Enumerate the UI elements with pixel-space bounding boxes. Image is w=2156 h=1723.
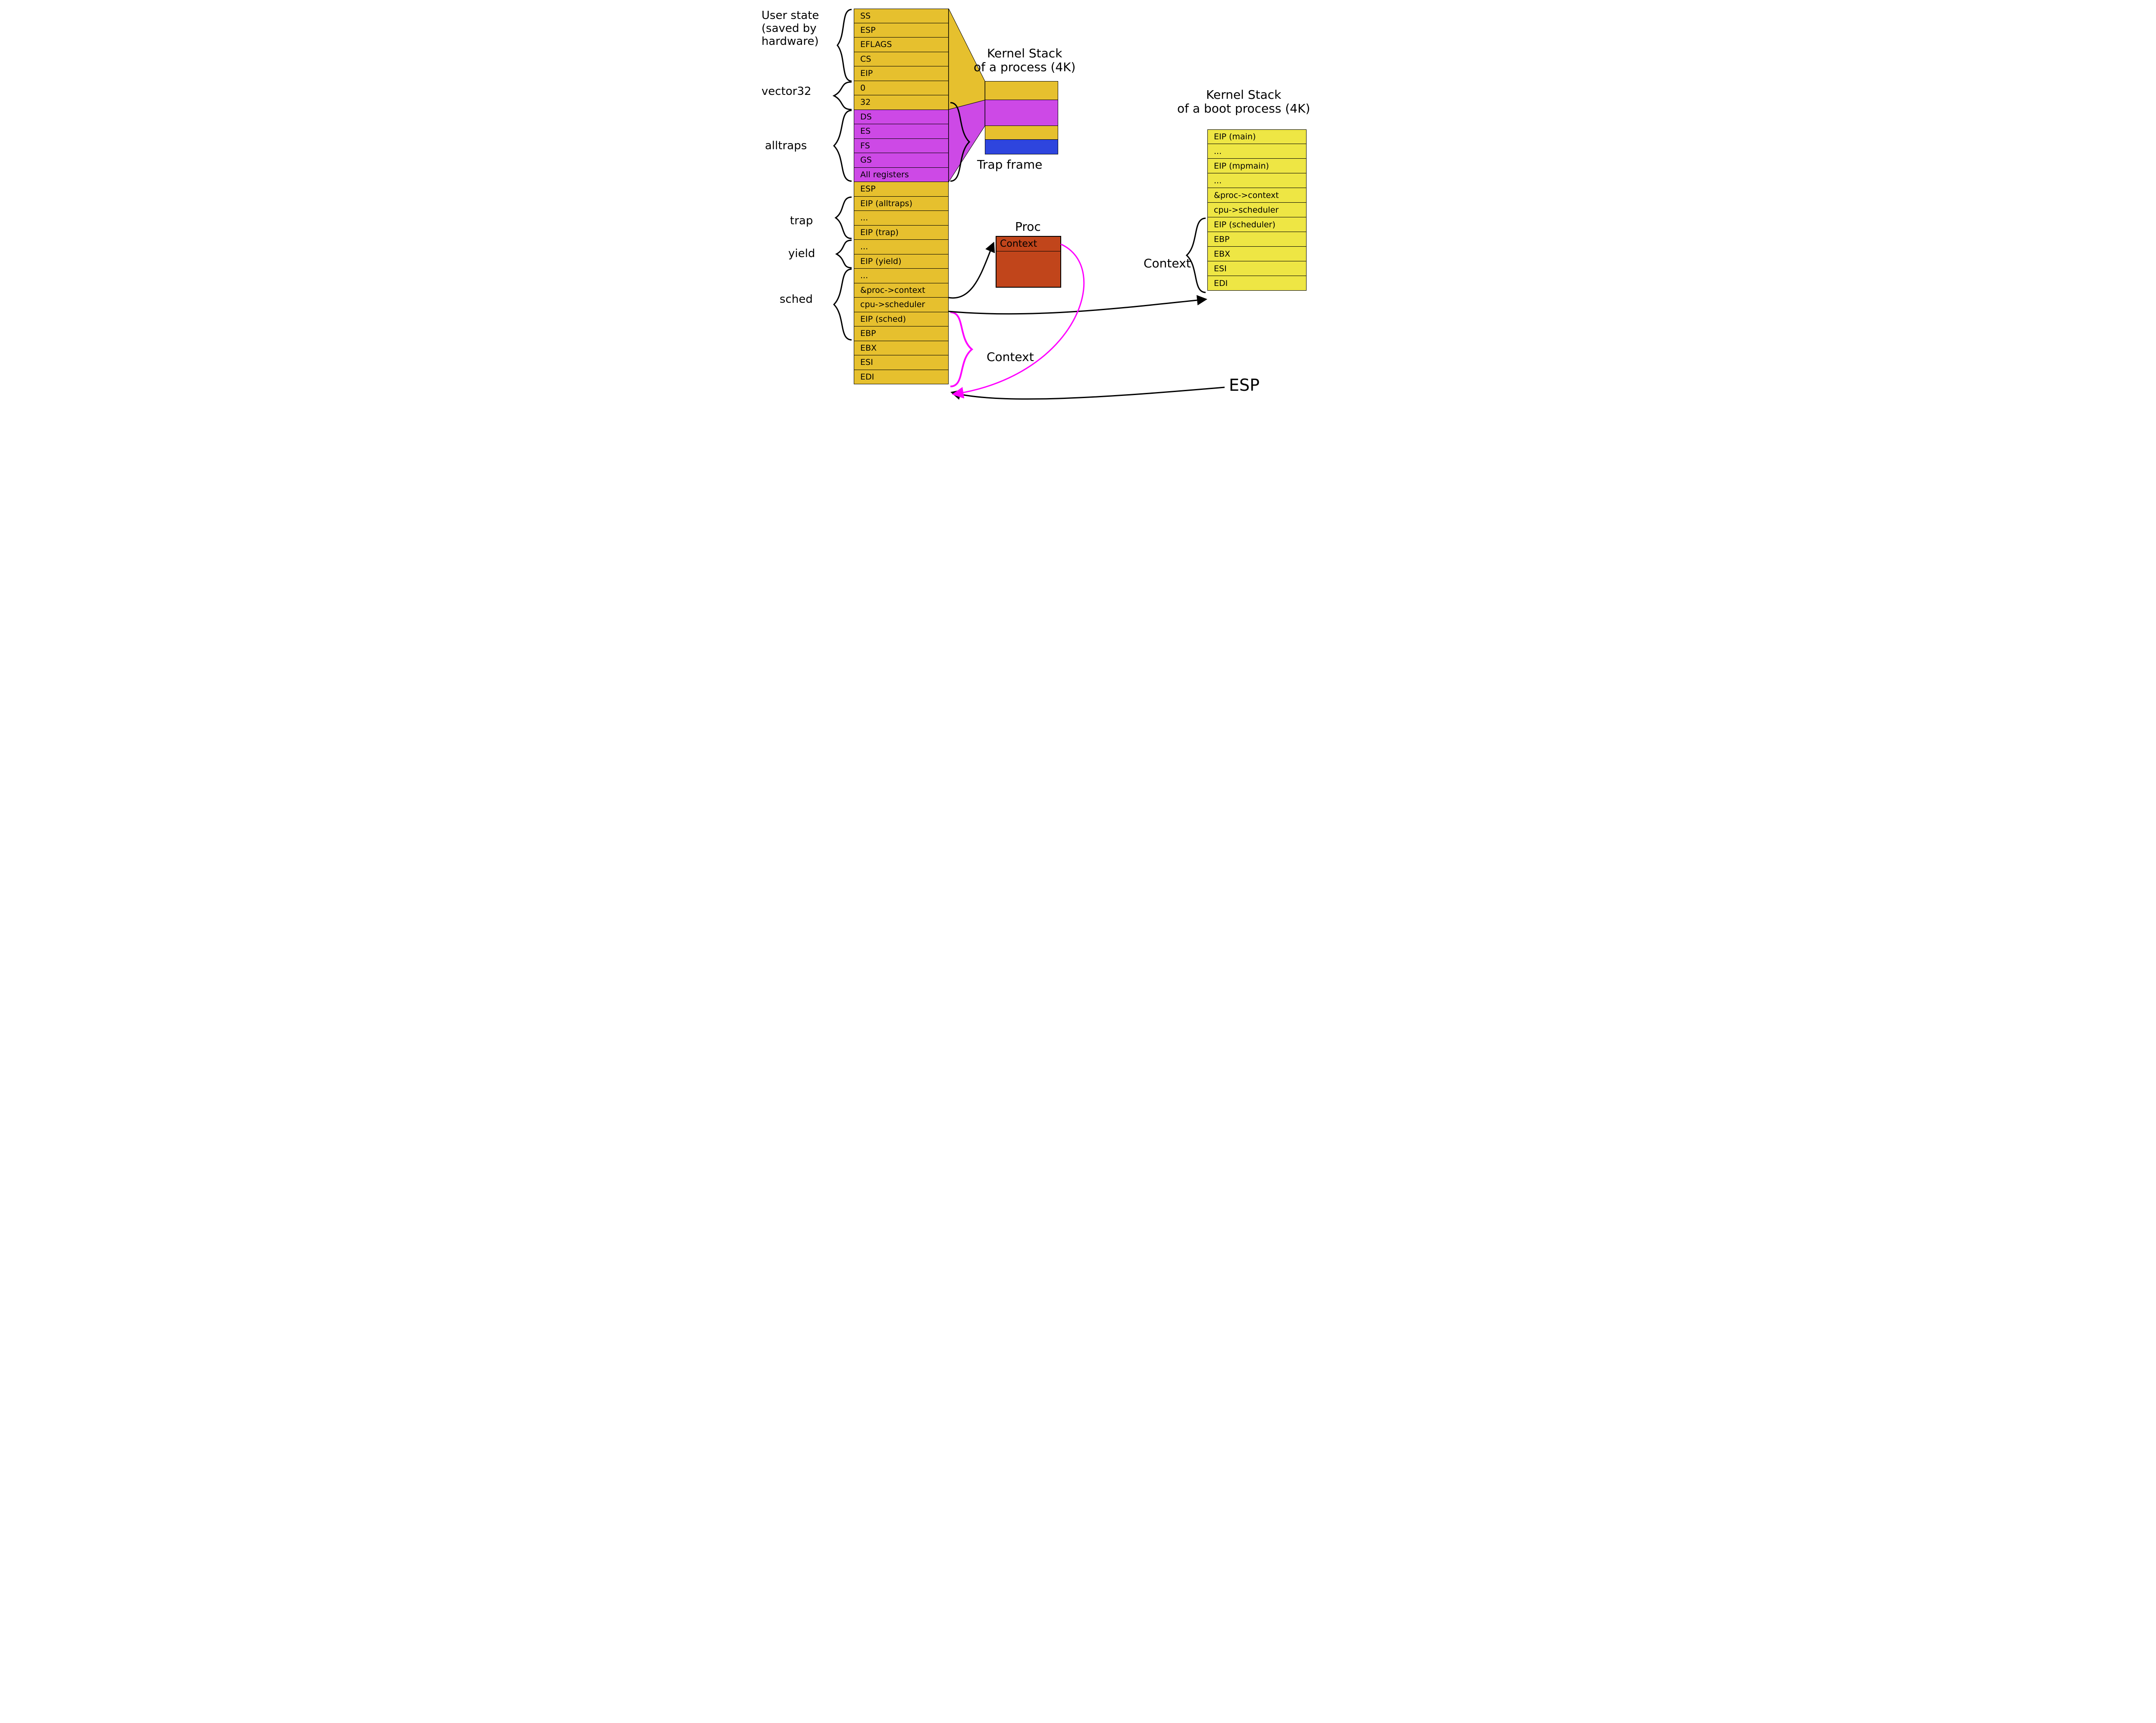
main-stack-row: GS	[854, 153, 949, 168]
main-stack-row: ...	[854, 211, 949, 226]
boot-stack-row: EIP (mpmain)	[1207, 159, 1307, 173]
main-stack-row: EIP (trap)	[854, 226, 949, 240]
boot-stack-row: EIP (scheduler)	[1207, 217, 1307, 232]
kstack-proc-band	[985, 81, 1058, 100]
kstack-proc-band	[985, 126, 1058, 140]
label-context-left: Context	[987, 350, 1034, 364]
label-esp: ESP	[1229, 376, 1260, 395]
boot-kernel-stack: EIP (main)...EIP (mpmain)...&proc->conte…	[1207, 129, 1307, 291]
main-stack-row: SS	[854, 9, 949, 23]
main-stack-row: EIP (sched)	[854, 312, 949, 327]
main-stack-row: EBP	[854, 326, 949, 341]
main-stack-row: FS	[854, 139, 949, 154]
label-alltraps: alltraps	[765, 140, 807, 153]
main-stack-row: ES	[854, 124, 949, 139]
brace-alltraps	[824, 110, 854, 182]
boot-stack-row: &proc->context	[1207, 188, 1307, 203]
label-trap-frame: Trap frame	[977, 158, 1042, 172]
diagram-canvas: SSESPEFLAGSCSEIP032DSESFSGSAll registers…	[759, 0, 1397, 449]
main-stack-row: ESP	[854, 182, 949, 197]
boot-stack-row: ...	[1207, 144, 1307, 159]
main-stack-row: EIP (yield)	[854, 254, 949, 269]
main-stack-row: &proc->context	[854, 283, 949, 298]
main-stack-row: EBX	[854, 341, 949, 356]
main-stack-row: EIP (alltraps)	[854, 197, 949, 211]
brace-context-right	[1185, 217, 1207, 293]
main-stack-row: 32	[854, 95, 949, 110]
label-user-state: User state (saved by hardware)	[761, 9, 819, 48]
main-stack-row: CS	[854, 52, 949, 67]
kstack-proc-band	[985, 100, 1058, 126]
boot-stack-row: ...	[1207, 173, 1307, 188]
main-stack-row: ...	[854, 240, 949, 254]
boot-stack-row: EIP (main)	[1207, 129, 1307, 144]
label-vector32: vector32	[761, 85, 812, 98]
main-stack-row: All registers	[854, 168, 949, 182]
label-kernel-stack-boot: Kernel Stack of a boot process (4K)	[1177, 88, 1310, 116]
brace-sched	[824, 268, 854, 341]
main-stack-row: DS	[854, 110, 949, 125]
main-stack-row: EDI	[854, 370, 949, 385]
label-sched: sched	[780, 293, 813, 306]
brace-trap-frame	[949, 102, 975, 182]
boot-stack-row: EDI	[1207, 276, 1307, 291]
brace-trap	[824, 196, 854, 239]
proc-context-field: Context	[997, 237, 1060, 251]
kernel-stack-process	[985, 81, 1058, 154]
main-stack-row: ESP	[854, 23, 949, 38]
kstack-proc-band	[985, 140, 1058, 154]
boot-stack-row: EBP	[1207, 232, 1307, 247]
main-stack-row: EFLAGS	[854, 38, 949, 52]
main-stack-row: cpu->scheduler	[854, 298, 949, 312]
brace-yield	[824, 239, 854, 269]
label-kernel-stack-process: Kernel Stack of a process (4K)	[974, 47, 1075, 74]
label-proc-title: Proc	[1015, 220, 1041, 234]
label-context-right: Context	[1144, 257, 1191, 270]
proc-box: Context	[996, 236, 1061, 288]
main-stack-row: 0	[854, 81, 949, 96]
brace-vector32	[819, 81, 854, 110]
label-yield: yield	[788, 248, 815, 260]
boot-stack-row: cpu->scheduler	[1207, 203, 1307, 217]
brace-user-state	[828, 9, 854, 82]
boot-stack-row: ESI	[1207, 261, 1307, 276]
brace-context-left	[949, 311, 979, 387]
main-stack-row: ESI	[854, 355, 949, 370]
main-stack-row: EIP	[854, 66, 949, 81]
main-stack: SSESPEFLAGSCSEIP032DSESFSGSAll registers…	[854, 9, 949, 384]
boot-stack-row: EBX	[1207, 247, 1307, 261]
main-stack-row: ...	[854, 269, 949, 283]
label-trap: trap	[790, 215, 813, 228]
